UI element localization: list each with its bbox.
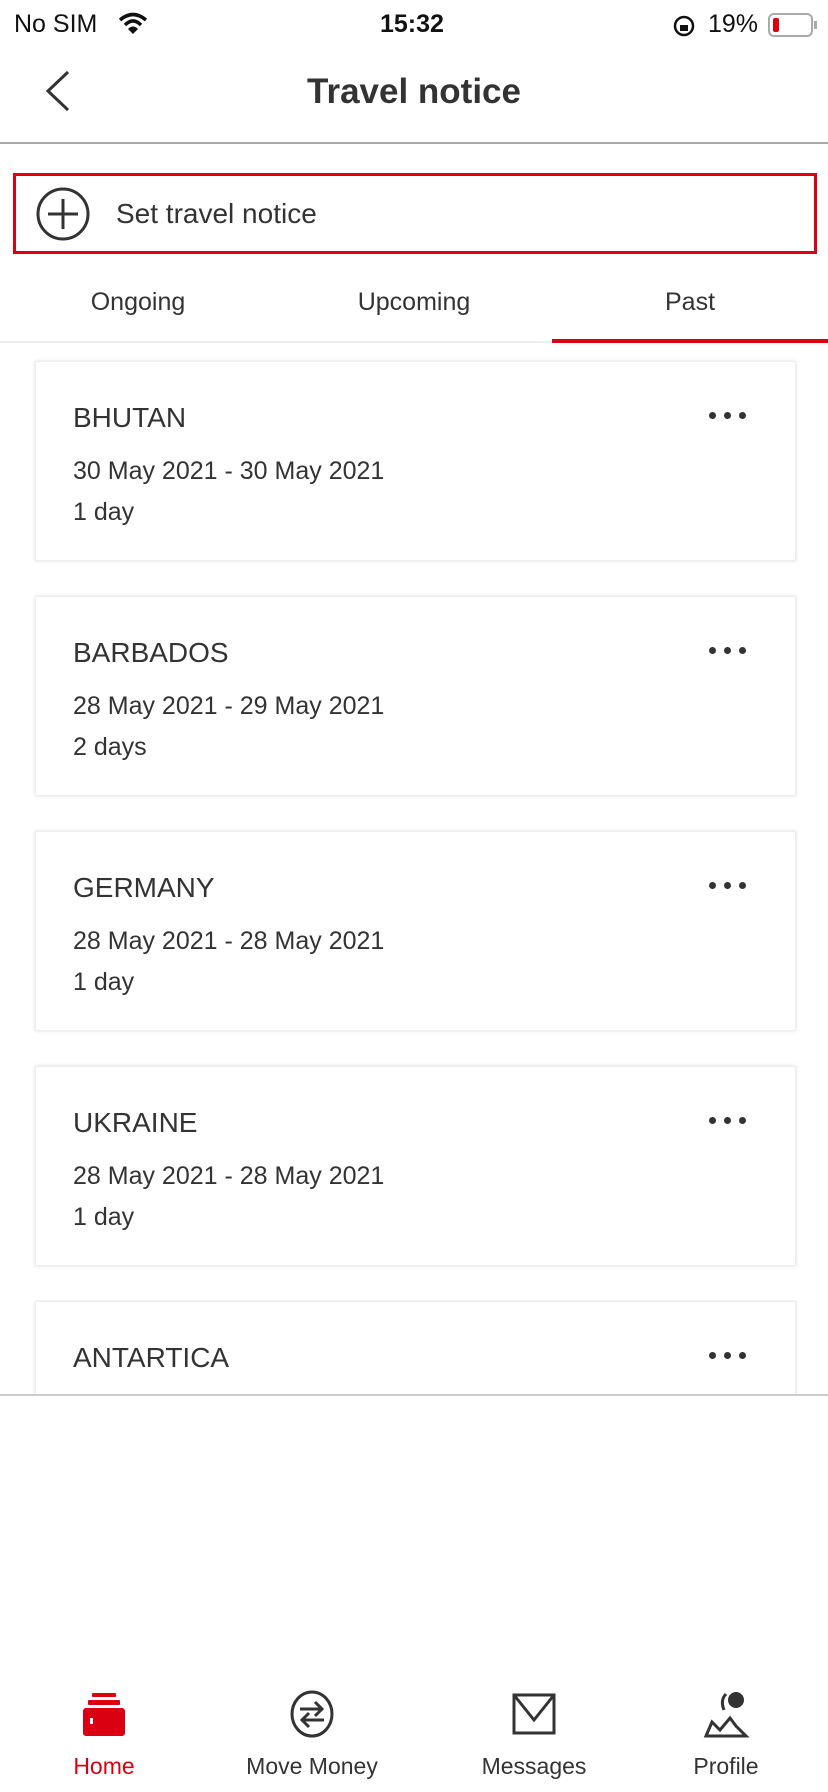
tab-past[interactable]: Past (552, 280, 828, 343)
more-options-icon[interactable] (709, 876, 757, 896)
status-bar: No SIM 15:32 19% (0, 0, 828, 50)
more-options-icon[interactable] (709, 641, 757, 661)
notice-dates: 28 May 2021 - 28 May 2021 (73, 1162, 385, 1190)
carrier: No SIM (14, 10, 98, 38)
notice-duration: 1 day (73, 1203, 135, 1231)
notice-dates: 28 May 2021 - 29 May 2021 (73, 692, 385, 720)
more-options-icon[interactable] (709, 1346, 757, 1366)
nav-home[interactable]: Home (4, 1690, 204, 1780)
nav-home-label: Home (73, 1753, 135, 1779)
notice-card[interactable]: BARBADOS 28 May 2021 - 29 May 2021 2 day… (35, 596, 796, 796)
card-clip: ANTARTICA (0, 1300, 828, 1394)
set-travel-notice-button[interactable]: Set travel notice (13, 173, 817, 254)
notice-card[interactable]: ANTARTICA (35, 1301, 796, 1394)
notice-country: UKRAINE (73, 1107, 198, 1138)
wifi-icon (118, 12, 148, 34)
envelope-icon (512, 1693, 556, 1735)
notice-card[interactable]: BHUTAN 30 May 2021 - 30 May 2021 1 day (35, 361, 796, 561)
nav-messages[interactable]: Messages (434, 1690, 634, 1780)
notice-card[interactable]: GERMANY 28 May 2021 - 28 May 2021 1 day (35, 831, 796, 1031)
notice-card[interactable]: UKRAINE 28 May 2021 - 28 May 2021 1 day (35, 1066, 796, 1266)
page-title: Travel notice (307, 72, 521, 111)
divider (0, 142, 828, 144)
plus-circle-icon (36, 187, 90, 240)
tab-upcoming[interactable]: Upcoming (276, 280, 552, 341)
nav-profile-label: Profile (693, 1753, 759, 1779)
notice-country: BARBADOS (73, 637, 229, 668)
clock: 15:32 (380, 10, 444, 38)
nav-move-money-label: Move Money (246, 1753, 378, 1779)
nav-move-money[interactable]: Move Money (212, 1690, 412, 1780)
profile-icon (703, 1692, 750, 1738)
more-options-icon[interactable] (709, 1111, 757, 1131)
notice-dates: 28 May 2021 - 28 May 2021 (73, 927, 385, 955)
notice-duration: 2 days (73, 733, 147, 761)
nav-profile[interactable]: Profile (626, 1690, 826, 1780)
bottom-nav: Home Move Money Messages Profile (0, 1690, 828, 1792)
tab-ongoing[interactable]: Ongoing (0, 280, 276, 341)
battery-percent: 19% (708, 10, 759, 38)
nav-messages-label: Messages (481, 1753, 587, 1779)
notice-country: ANTARTICA (73, 1342, 230, 1373)
set-travel-notice-label: Set travel notice (116, 197, 317, 229)
notice-dates: 30 May 2021 - 30 May 2021 (73, 457, 385, 485)
battery-icon (768, 13, 817, 37)
divider (0, 1394, 828, 1396)
transfer-icon (290, 1690, 334, 1738)
tab-bar: Ongoing Upcoming Past (0, 280, 828, 343)
notice-country: GERMANY (73, 872, 215, 903)
home-icon (83, 1693, 125, 1736)
orientation-lock-icon (673, 15, 695, 37)
notice-duration: 1 day (73, 498, 135, 526)
more-options-icon[interactable] (709, 406, 757, 426)
notice-country: BHUTAN (73, 402, 187, 433)
notice-duration: 1 day (73, 968, 135, 996)
